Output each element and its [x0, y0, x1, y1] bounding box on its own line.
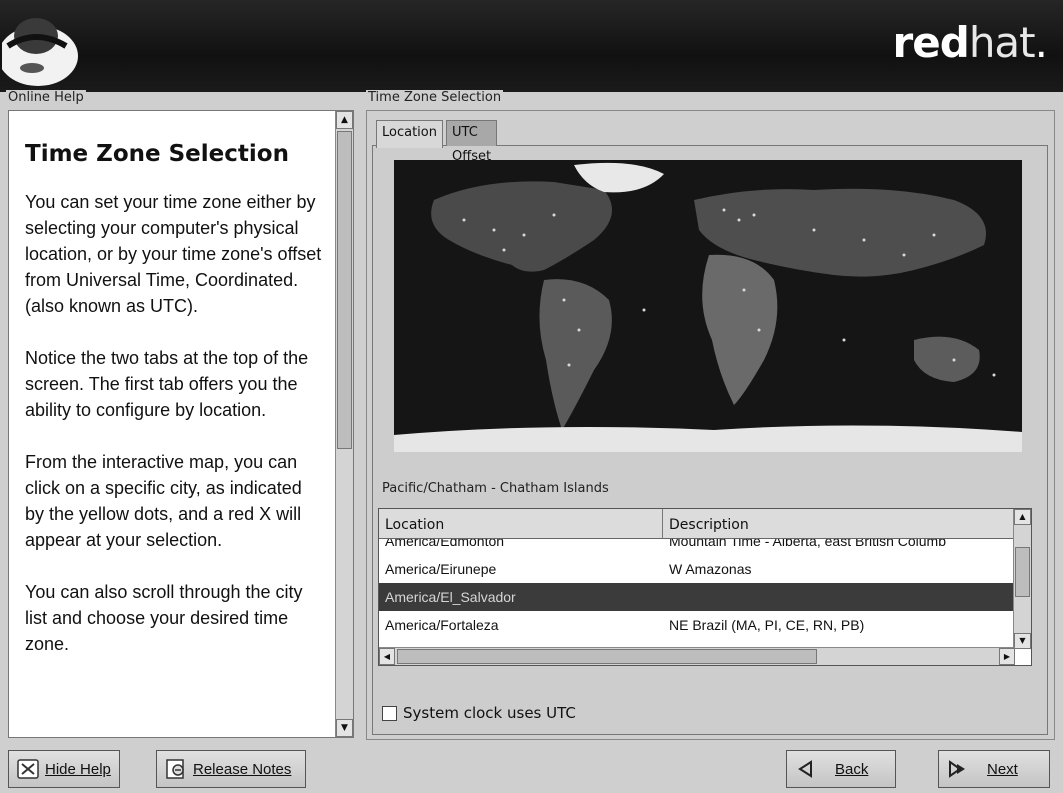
list-header: Location Description	[379, 509, 1015, 539]
selected-zone-label: Pacific/Chatham - Chatham Islands	[382, 481, 609, 496]
help-text-area: Time Zone Selection You can set your tim…	[9, 111, 335, 737]
table-row[interactable]: America/Eirunepe W Amazonas	[379, 555, 1015, 583]
utc-checkbox[interactable]	[382, 706, 397, 721]
row-location: America/Edmonton	[385, 539, 505, 549]
hide-help-button[interactable]: Hide Help	[8, 750, 120, 788]
row-description: W Amazonas	[669, 561, 752, 577]
help-title: Time Zone Selection	[25, 141, 289, 167]
help-paragraph: From the interactive map, you can click …	[25, 452, 302, 550]
world-map[interactable]	[394, 160, 1022, 452]
help-paragraph: You can also scroll through the city lis…	[25, 582, 303, 654]
row-location: America/El_Salvador	[385, 589, 516, 605]
world-map-graphic	[394, 160, 1022, 452]
header-banner: redhat.	[0, 0, 1063, 92]
help-paragraph: You can set your time zone either by sel…	[25, 192, 322, 316]
timezone-frame-label: Time Zone Selection	[366, 90, 504, 105]
timezone-list[interactable]: Location Description America/Edmonton Mo…	[378, 508, 1032, 666]
shadowman-icon	[2, 18, 78, 86]
table-row-selected[interactable]: America/El_Salvador	[379, 583, 1015, 611]
next-label: Next	[987, 760, 1018, 778]
release-notes-label: Release Notes	[193, 760, 292, 778]
back-label: Back	[835, 760, 869, 778]
scroll-up-icon[interactable]: ▲	[336, 111, 353, 129]
help-panel: Time Zone Selection You can set your tim…	[8, 110, 354, 738]
help-icon	[17, 759, 39, 779]
scroll-down-icon[interactable]: ▼	[336, 719, 353, 737]
redhat-logo: redhat.	[892, 18, 1048, 67]
scroll-down-icon[interactable]: ▼	[1014, 633, 1031, 649]
utc-checkbox-row[interactable]: System clock uses UTC	[382, 703, 576, 723]
list-vertical-scrollbar[interactable]: ▲ ▼	[1013, 509, 1031, 649]
utc-checkbox-label: System clock uses UTC	[403, 704, 576, 722]
back-button[interactable]: Back	[786, 750, 896, 788]
help-scrollbar[interactable]: ▲ ▼	[335, 111, 353, 737]
table-row[interactable]: America/Edmonton Mountain Time - Alberta…	[379, 539, 1015, 555]
column-header-location[interactable]: Location	[379, 509, 663, 539]
triangle-left-icon	[798, 760, 812, 778]
column-header-description[interactable]: Description	[663, 509, 1015, 539]
help-scroll-thumb[interactable]	[337, 131, 352, 449]
table-row[interactable]: America/Fortaleza NE Brazil (MA, PI, CE,…	[379, 611, 1015, 639]
help-paragraph: Notice the two tabs at the top of the sc…	[25, 348, 309, 420]
hide-help-label: Hide Help	[45, 760, 111, 778]
scroll-right-icon[interactable]: ▶	[999, 648, 1015, 665]
tab-location[interactable]: Location	[376, 120, 443, 148]
next-arrow-icon	[949, 760, 965, 778]
tab-utc-offset[interactable]: UTC Offset	[446, 120, 498, 164]
list-hscroll-thumb[interactable]	[397, 649, 817, 664]
list-scroll-thumb[interactable]	[1015, 547, 1030, 597]
row-location: America/Fortaleza	[385, 617, 499, 633]
row-description: NE Brazil (MA, PI, CE, RN, PB)	[669, 617, 865, 633]
release-notes-button[interactable]: Release Notes	[156, 750, 306, 788]
list-horizontal-scrollbar[interactable]: ◀ ▶	[379, 647, 1015, 665]
notes-icon	[166, 759, 184, 779]
scroll-left-icon[interactable]: ◀	[379, 648, 395, 665]
row-description: Mountain Time - Alberta, east British Co…	[669, 539, 947, 549]
scroll-up-icon[interactable]: ▲	[1014, 509, 1031, 525]
row-location: America/Eirunepe	[385, 561, 497, 577]
next-button[interactable]: Next	[938, 750, 1050, 788]
help-frame-label: Online Help	[6, 90, 86, 105]
